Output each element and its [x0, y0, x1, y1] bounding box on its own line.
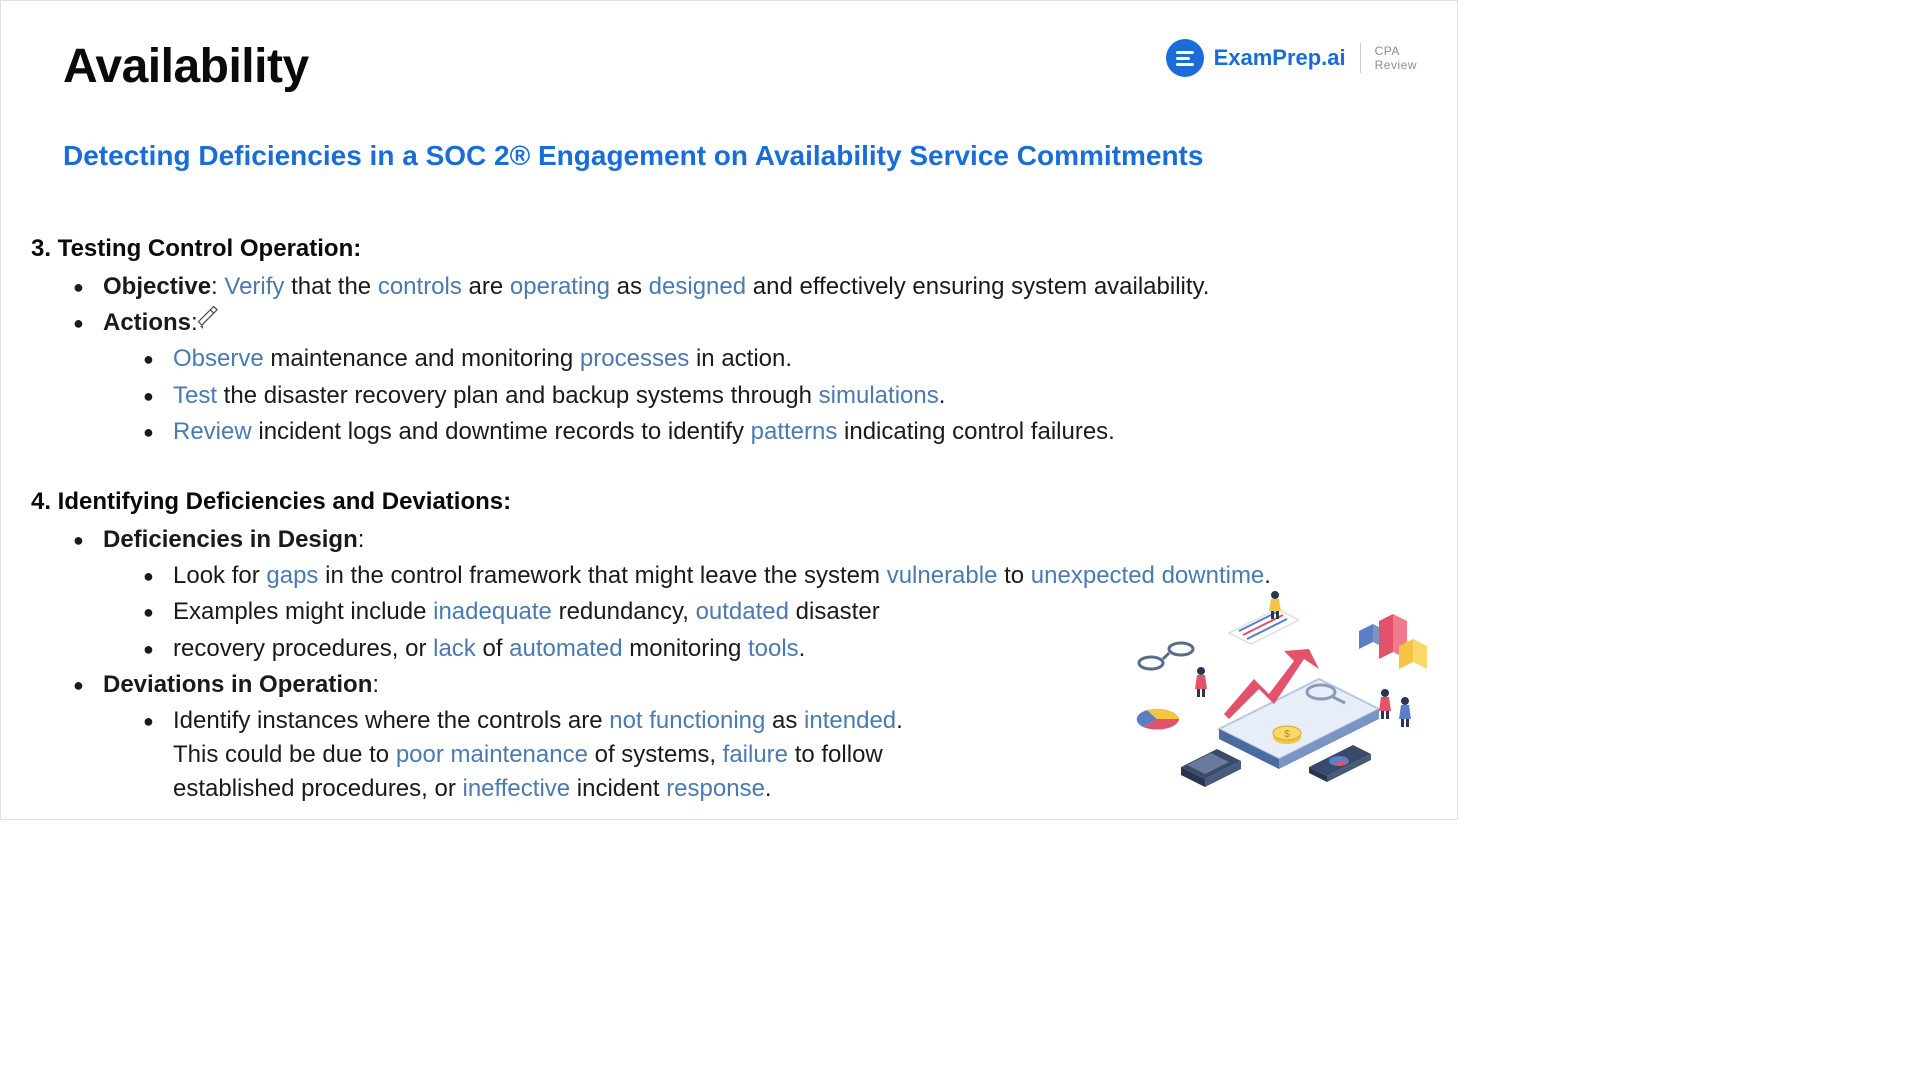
page-title: Availability: [63, 39, 309, 94]
brand-divider: [1360, 43, 1361, 73]
action-review: ● Review incident logs and downtime reco…: [31, 415, 1417, 449]
deficiencies-design-line: ● Deficiencies in Design:: [31, 523, 1417, 557]
deficiencies-design-label: Deficiencies in Design: [103, 526, 358, 553]
slide-subtitle: Detecting Deficiencies in a SOC 2® Engag…: [1, 94, 1457, 172]
pencil-cursor-icon: [198, 306, 224, 332]
svg-text:$: $: [1284, 729, 1290, 740]
slide-header: Availability ExamPrep.ai CPA Review: [1, 1, 1457, 94]
actions-line: ● Actions:: [31, 306, 1417, 340]
brand-name: ExamPrep.ai: [1214, 45, 1346, 71]
section-3-heading: 3. Testing Control Operation:: [31, 232, 1417, 266]
objective-label: Objective: [103, 273, 211, 300]
actions-label: Actions: [103, 309, 191, 336]
objective-line: ● Objective: Verify that the controls ar…: [31, 270, 1417, 304]
brand-subtitle: CPA Review: [1375, 44, 1417, 73]
section-4-heading: 4. Identifying Deficiencies and Deviatio…: [31, 485, 1417, 519]
action-observe: ● Observe maintenance and monitoring pro…: [31, 342, 1417, 376]
action-test: ● Test the disaster recovery plan and ba…: [31, 379, 1417, 413]
deviations-operation-label: Deviations in Operation: [103, 671, 372, 698]
brand-logo-area: ExamPrep.ai CPA Review: [1166, 39, 1417, 77]
analytics-isometric-illustration-icon: $: [1109, 589, 1429, 799]
brand-logo-icon: [1166, 39, 1204, 77]
